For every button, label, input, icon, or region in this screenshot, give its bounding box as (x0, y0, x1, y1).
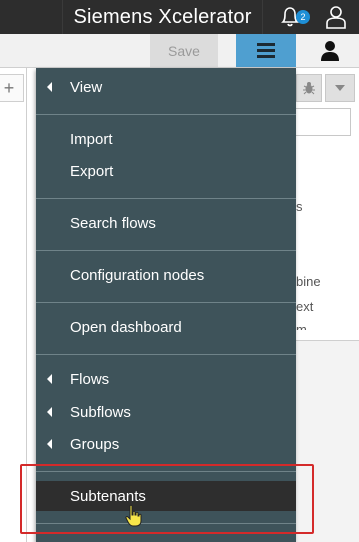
hamburger-icon (257, 40, 275, 61)
save-button[interactable]: Save (150, 34, 218, 67)
menu-item-label: Search flows (70, 214, 156, 232)
menu-divider (36, 250, 296, 251)
bug-icon (303, 82, 315, 95)
menu-item-subflows[interactable]: Subflows (36, 397, 296, 427)
background-text: bine (296, 274, 321, 289)
sidebar-filter-input[interactable] (296, 108, 351, 136)
menu-item-view[interactable]: View (36, 72, 296, 102)
main-menu-button[interactable] (236, 34, 296, 67)
caret-left-icon (47, 439, 52, 449)
background-text: ext (296, 299, 314, 314)
highlight-box (20, 464, 314, 534)
menu-item-flows[interactable]: Flows (36, 364, 296, 394)
sidebar-dropdown-button[interactable] (325, 74, 355, 102)
menu-item-import[interactable]: Import (36, 124, 296, 154)
menu-item-label: Groups (70, 435, 120, 453)
top-header: Siemens Xcelerator 2 (0, 0, 359, 34)
menu-divider (36, 198, 296, 199)
user-icon (320, 40, 339, 61)
menu-item-label: Open dashboard (70, 318, 182, 336)
add-flow-button[interactable]: + (0, 74, 18, 102)
user-menu-button[interactable] (300, 34, 359, 67)
menu-item-label: Configuration nodes (70, 266, 205, 284)
notification-badge: 2 (296, 10, 310, 24)
hand-cursor-icon (124, 504, 144, 528)
menu-item-label: View (70, 78, 103, 96)
menu-item-label: Import (70, 130, 113, 148)
menu-item-search-flows[interactable]: Search flows (36, 208, 296, 238)
background-text: s (296, 199, 303, 214)
menu-divider (36, 302, 296, 303)
app-window: Siemens Xcelerator 2 Save + s bine ext m… (0, 0, 359, 542)
user-icon[interactable] (320, 2, 352, 32)
menu-item-export[interactable]: Export (36, 156, 296, 186)
menu-item-groups[interactable]: Groups (36, 429, 296, 459)
menu-item-label: Flows (70, 370, 110, 388)
menu-item-configuration-nodes[interactable]: Configuration nodes (36, 260, 296, 290)
menu-divider (36, 354, 296, 355)
chevron-down-icon (335, 85, 345, 91)
caret-left-icon (47, 82, 52, 92)
menu-divider (36, 114, 296, 115)
background-text: m (296, 322, 307, 330)
app-title: Siemens Xcelerator (62, 0, 263, 34)
caret-left-icon (47, 374, 52, 384)
menu-item-label: Subflows (70, 403, 131, 421)
debug-button[interactable] (296, 74, 322, 102)
caret-left-icon (47, 407, 52, 417)
menu-item-open-dashboard[interactable]: Open dashboard (36, 312, 296, 342)
menu-item-label: Export (70, 162, 114, 180)
